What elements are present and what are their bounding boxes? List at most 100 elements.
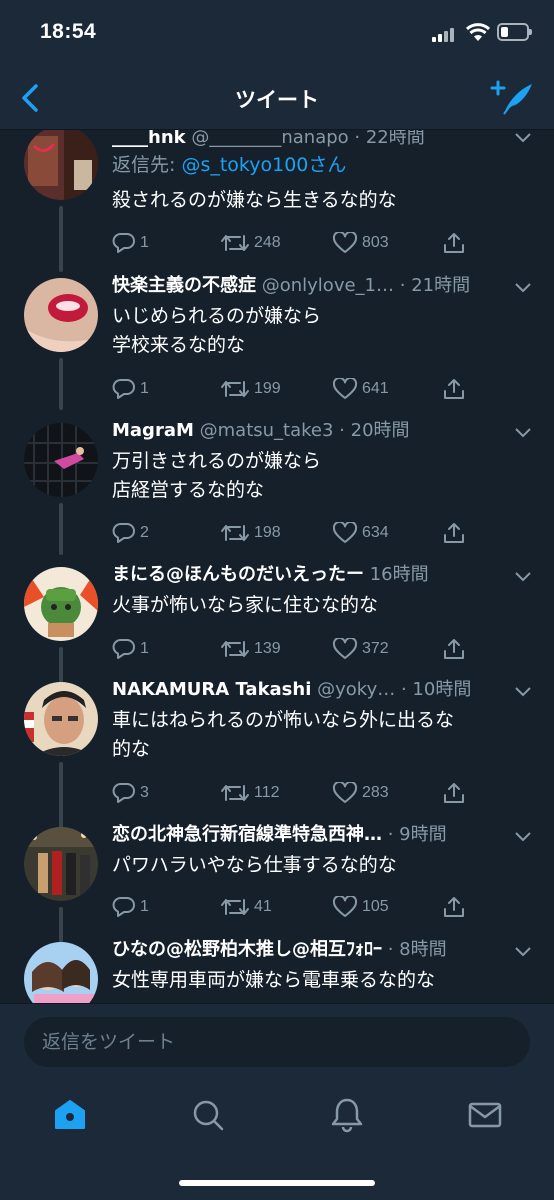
tweet-time: · 10時間 [400, 679, 472, 700]
retweet-button[interactable]: 199 [220, 376, 281, 402]
avatar[interactable] [24, 827, 98, 901]
avatar[interactable] [24, 682, 98, 756]
retweet-button[interactable]: 198 [220, 520, 281, 546]
chevron-down-icon[interactable] [514, 282, 532, 294]
reply-button[interactable]: 2 [112, 520, 149, 546]
heart-icon [332, 782, 358, 803]
tweet-header: ____hnk @________nanapo · 22時間 [112, 130, 510, 150]
share-button[interactable] [442, 230, 466, 256]
retweet-button[interactable]: 112 [220, 780, 280, 806]
share-icon [444, 897, 464, 917]
display-name[interactable]: NAKAMURA Takashi [112, 679, 311, 700]
share-button[interactable] [442, 894, 466, 920]
heart-icon [332, 232, 358, 253]
retweet-icon [221, 641, 249, 657]
like-button[interactable]: 283 [332, 780, 389, 806]
reply-count: 1 [140, 898, 149, 915]
reply-to-mention[interactable]: @s_tokyo100さん [181, 154, 346, 176]
chevron-down-icon[interactable] [514, 427, 532, 439]
like-count: 283 [362, 784, 389, 801]
tweet-text-line: 火事が怖いなら家に住むな的な [112, 594, 379, 616]
retweet-icon [221, 235, 249, 251]
avatar[interactable] [24, 278, 98, 352]
like-button[interactable]: 803 [332, 230, 389, 256]
retweet-button[interactable]: 41 [220, 894, 272, 920]
share-icon [444, 523, 464, 543]
share-button[interactable] [442, 780, 466, 806]
display-name[interactable]: まにる@ほんものだいえったー [112, 564, 364, 585]
status-bar: 18:54 [0, 0, 554, 66]
tweet-time: · 8時間 [387, 939, 447, 960]
avatar[interactable] [24, 130, 98, 200]
tweet-actions: 2 198 634 [112, 520, 472, 546]
user-handle[interactable]: @onlylove_1… [262, 275, 394, 296]
reply-button[interactable]: 1 [112, 230, 149, 256]
retweet-icon [221, 785, 249, 801]
avatar[interactable] [24, 942, 98, 1003]
share-button[interactable] [442, 376, 466, 402]
thread-line [59, 907, 63, 943]
user-handle[interactable]: @yoky… [317, 679, 395, 700]
retweet-count: 112 [254, 784, 280, 801]
tweet-text: 殺されるのが嫌なら生きるな的な [112, 186, 524, 215]
retweet-icon [221, 899, 249, 915]
display-name[interactable]: MagraM [112, 420, 194, 441]
user-handle[interactable]: @matsu_take3 [200, 420, 334, 441]
reply-thread[interactable]: ____hnk @________nanapo · 22時間 返信先: @s_t… [0, 130, 554, 1003]
tweet-text-line: 殺されるのが嫌なら生きるな的な [112, 189, 397, 211]
reply-input[interactable] [24, 1017, 530, 1067]
home-icon[interactable] [50, 1095, 90, 1135]
display-name[interactable]: ____hnk [112, 130, 186, 148]
like-button[interactable]: 372 [332, 636, 389, 662]
mail-icon[interactable] [465, 1095, 505, 1135]
tweet-time: · 21時間 [399, 275, 471, 296]
like-button[interactable]: 634 [332, 520, 389, 546]
share-button[interactable] [442, 520, 466, 546]
tweet-header: 快楽主義の不感症 @onlylove_1… · 21時間 [112, 274, 510, 298]
heart-icon [332, 378, 358, 399]
reply-to-line: 返信先: @s_tokyo100さん [112, 152, 346, 178]
like-button[interactable]: 641 [332, 376, 389, 402]
avatar[interactable] [24, 567, 98, 641]
compose-tweet-icon[interactable] [490, 80, 534, 118]
display-name[interactable]: 恋の北神急行新宿線準特急西神… [112, 824, 382, 845]
like-count: 641 [362, 380, 389, 397]
signal-icon [432, 26, 458, 42]
chevron-down-icon[interactable] [514, 831, 532, 843]
chevron-down-icon[interactable] [514, 686, 532, 698]
avatar[interactable] [24, 423, 98, 497]
bell-icon[interactable] [327, 1095, 367, 1135]
reply-button[interactable]: 3 [112, 780, 149, 806]
tweet-header: 恋の北神急行新宿線準特急西神… · 9時間 [112, 823, 510, 847]
chevron-down-icon[interactable] [514, 132, 532, 144]
retweet-button[interactable]: 248 [220, 230, 281, 256]
heart-icon [332, 896, 358, 917]
search-icon[interactable] [188, 1095, 228, 1135]
retweet-count: 41 [254, 898, 272, 915]
like-count: 634 [362, 524, 389, 541]
battery-icon [497, 23, 532, 41]
reply-button[interactable]: 1 [112, 636, 149, 662]
retweet-button[interactable]: 139 [220, 636, 281, 662]
tweet-text: パワハラいやなら仕事するな的な [112, 851, 524, 880]
tweet-time: · 9時間 [387, 824, 447, 845]
reply-count: 1 [140, 234, 149, 251]
display-name[interactable]: 快楽主義の不感症 [112, 275, 256, 296]
tweet-text: 火事が怖いなら家に住むな的な [112, 591, 524, 620]
chevron-down-icon[interactable] [514, 946, 532, 958]
status-time: 18:54 [40, 20, 97, 43]
reply-icon [112, 783, 135, 803]
reply-count: 2 [140, 524, 149, 541]
reply-bar [0, 1003, 554, 1081]
wifi-icon [465, 23, 491, 41]
tweet-time: · 20時間 [339, 420, 410, 441]
tweet-actions: 1 199 641 [112, 376, 472, 402]
reply-button[interactable]: 1 [112, 376, 149, 402]
page-title: ツイート [235, 88, 319, 112]
user-handle[interactable]: @________nanapo [191, 130, 348, 148]
like-button[interactable]: 105 [332, 894, 389, 920]
chevron-down-icon[interactable] [514, 571, 532, 583]
display-name[interactable]: ひなの@松野柏木推し@相互ﾌｫﾛｰ [112, 939, 382, 960]
share-button[interactable] [442, 636, 466, 662]
reply-button[interactable]: 1 [112, 894, 149, 920]
